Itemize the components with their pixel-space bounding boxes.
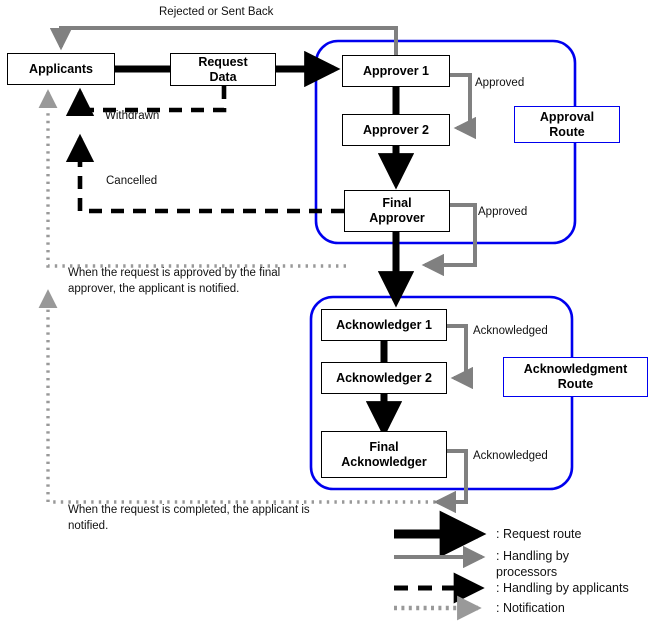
edge-label-approved-final-text: Approved — [478, 206, 528, 218]
edge-label-acknowledged-ack1: Acknowledged — [473, 325, 548, 337]
label-approval-route-text: Approval Route — [539, 109, 595, 139]
node-applicants[interactable]: Applicants — [7, 53, 115, 85]
edge-label-acknowledged-final: Acknowledged — [473, 450, 548, 462]
edge-label-acknowledged-1-text: Acknowledged — [473, 325, 548, 337]
node-final-acknowledger-label: Final Acknowledger — [341, 439, 427, 469]
note-completed-notification: When the request is completed, the appli… — [68, 503, 343, 534]
node-final-acknowledger[interactable]: Final Acknowledger — [321, 431, 447, 478]
edge-label-cancelled: Cancelled — [106, 175, 157, 187]
node-approver-1-label: Approver 1 — [363, 63, 429, 78]
processor-acknowledged-ack1-path — [447, 324, 474, 390]
applicant-withdrawn-path — [65, 86, 227, 117]
legend-item-applicants: : Handling by applicants — [496, 580, 651, 596]
edge-label-rejected-or-sent-back: Rejected or Sent Back — [159, 6, 273, 18]
label-approval-route: Approval Route — [514, 106, 620, 143]
edge-label-withdrawn-text: Withdrawn — [105, 110, 160, 122]
legend-item-applicants-label: : Handling by applicants — [496, 581, 629, 595]
node-approver-1[interactable]: Approver 1 — [342, 55, 450, 87]
note-approved-notification: When the request is approved by the fina… — [68, 266, 318, 297]
note-approved-notification-text: When the request is approved by the fina… — [68, 267, 281, 295]
node-acknowledger-1[interactable]: Acknowledger 1 — [321, 309, 447, 341]
node-final-approver-label: Final Approver — [369, 196, 425, 225]
node-approver-2-label: Approver 2 — [363, 122, 429, 137]
node-applicants-label: Applicants — [29, 61, 93, 76]
legend-item-notification: : Notification — [496, 600, 646, 616]
node-acknowledger-1-label: Acknowledger 1 — [336, 317, 432, 332]
node-request-data-label: Request Data — [198, 54, 248, 84]
legend-item-processors: : Handling by processors — [496, 548, 616, 580]
edge-label-approved-1-text: Approved — [475, 77, 525, 89]
legend-item-processors-label: : Handling by processors — [496, 549, 569, 579]
edge-label-approved-final: Approved — [478, 206, 527, 218]
note-completed-notification-text: When the request is completed, the appli… — [68, 504, 310, 532]
label-acknowledgment-route-text: Acknowledgment Route — [523, 362, 628, 391]
edge-label-approved-approver1: Approved — [475, 77, 524, 89]
node-acknowledger-2-label: Acknowledger 2 — [336, 370, 432, 385]
node-approver-2[interactable]: Approver 2 — [342, 114, 450, 146]
legend-item-request-route-label: : Request route — [496, 527, 582, 541]
edge-label-acknowledged-final-text: Acknowledged — [473, 450, 548, 462]
workflow-diagram: Applicants Request Data Approver 1 Appro… — [0, 0, 651, 624]
legend-item-request-route: : Request route — [496, 526, 646, 542]
notification-approved-path — [38, 89, 346, 268]
node-request-data[interactable]: Request Data — [170, 53, 276, 86]
processor-approved-approver1-path — [450, 73, 477, 140]
node-final-approver[interactable]: Final Approver — [344, 190, 450, 232]
edge-label-cancelled-text: Cancelled — [106, 175, 158, 187]
node-acknowledger-2[interactable]: Acknowledger 2 — [321, 362, 447, 394]
legend-item-notification-label: : Notification — [496, 601, 565, 615]
edge-label-withdrawn: Withdrawn — [105, 110, 159, 122]
label-acknowledgment-route: Acknowledgment Route — [503, 357, 648, 397]
edge-label-rejected-text: Rejected or Sent Back — [159, 6, 274, 18]
